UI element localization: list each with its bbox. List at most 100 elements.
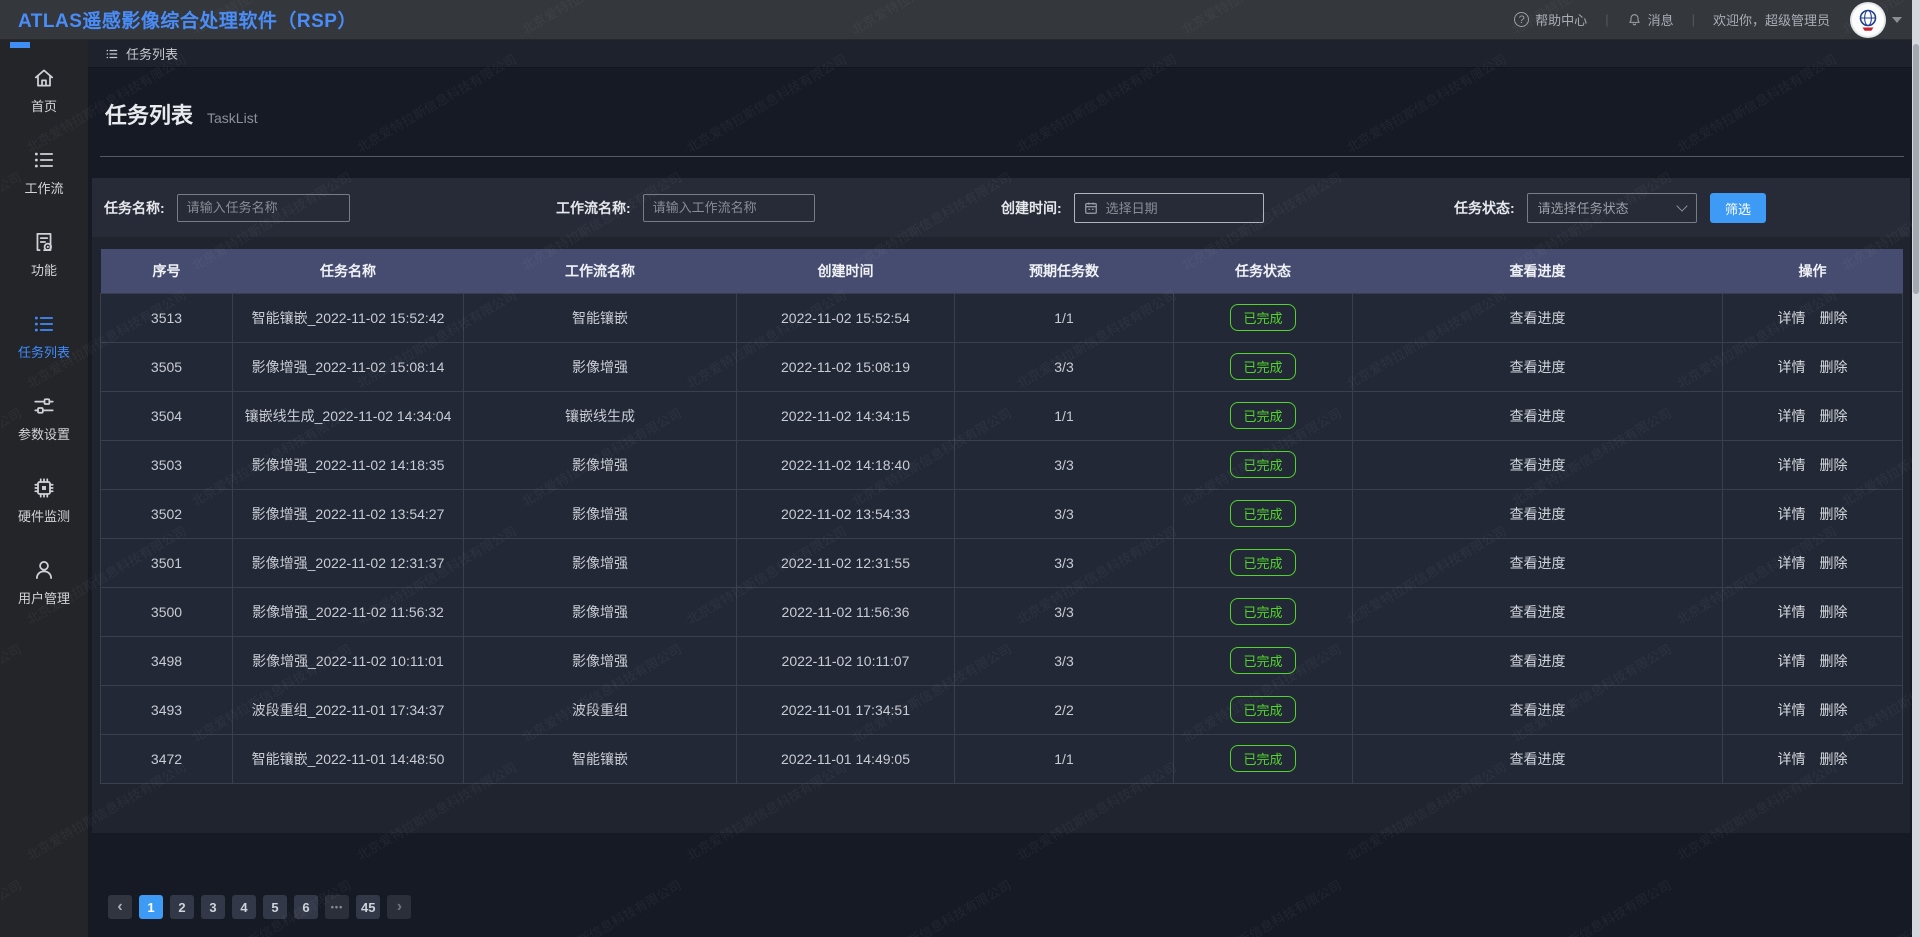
table-header-row: 序号任务名称工作流名称创建时间预期任务数任务状态查看进度操作 [101,249,1903,293]
view-progress-link[interactable]: 查看进度 [1510,408,1566,424]
view-progress-link[interactable]: 查看进度 [1510,457,1566,473]
pagination-ellipsis[interactable]: ••• [325,895,349,919]
delete-link[interactable]: 删除 [1820,506,1848,522]
sidebar-item-function[interactable]: 功能 [31,230,57,279]
detail-link[interactable]: 详情 [1778,751,1806,767]
cell-view-progress: 查看进度 [1353,685,1723,734]
delete-link[interactable]: 删除 [1820,702,1848,718]
column-header: 创建时间 [737,249,955,293]
delete-link[interactable]: 删除 [1820,359,1848,375]
detail-link[interactable]: 详情 [1778,359,1806,375]
help-center-button[interactable]: ? 帮助中心 [1514,10,1587,29]
view-progress-link[interactable]: 查看进度 [1510,751,1566,767]
column-header: 操作 [1723,249,1903,293]
cell-created-time: 2022-11-02 15:52:54 [737,293,955,342]
vertical-scrollbar[interactable] [1912,0,1920,937]
cell-task-name: 波段重组_2022-11-01 17:34:37 [233,685,464,734]
cell-task-id: 3493 [101,685,233,734]
detail-link[interactable]: 详情 [1778,408,1806,424]
sidebar-item-params[interactable]: 参数设置 [18,394,70,443]
page-title: 任务列表 [105,98,193,130]
scrollbar-thumb[interactable] [1913,44,1919,294]
view-progress-link[interactable]: 查看进度 [1510,653,1566,669]
cell-operations: 详情删除 [1723,636,1903,685]
status-badge: 已完成 [1230,647,1295,674]
delete-link[interactable]: 删除 [1820,653,1848,669]
pagination-page-4[interactable]: 4 [232,895,256,919]
delete-link[interactable]: 删除 [1820,408,1848,424]
status-placeholder: 请选择任务状态 [1538,198,1629,217]
pagination-page-5[interactable]: 5 [263,895,287,919]
delete-link[interactable]: 删除 [1820,751,1848,767]
sidebar-item-label: 任务列表 [18,342,70,361]
pagination-page-1[interactable]: 1 [139,895,163,919]
cell-view-progress: 查看进度 [1353,440,1723,489]
view-progress-link[interactable]: 查看进度 [1510,702,1566,718]
calendar-icon [1084,201,1098,215]
date-picker-input[interactable]: 选择日期 [1074,193,1264,223]
pagination-next[interactable]: › [387,895,411,919]
cell-operations: 详情删除 [1723,293,1903,342]
workflow-name-input[interactable] [643,194,815,222]
app-window: ATLAS遥感影像综合处理软件（RSP） ? 帮助中心 | 消息 | 欢迎你，超… [0,0,1920,937]
cell-task-status: 已完成 [1174,685,1353,734]
table-body: 3513智能镶嵌_2022-11-02 15:52:42智能镶嵌2022-11-… [101,293,1903,783]
breadcrumb-label: 任务列表 [126,44,178,63]
cell-task-name: 智能镶嵌_2022-11-02 15:52:42 [233,293,464,342]
status-badge: 已完成 [1230,353,1295,380]
view-progress-link[interactable]: 查看进度 [1510,604,1566,620]
user-menu[interactable] [1852,4,1902,36]
detail-link[interactable]: 详情 [1778,310,1806,326]
view-progress-link[interactable]: 查看进度 [1510,310,1566,326]
sidebar-item-label: 硬件监测 [18,506,70,525]
detail-link[interactable]: 详情 [1778,604,1806,620]
pagination-page-45[interactable]: 45 [356,895,380,919]
cell-workflow-name: 影像增强 [464,538,737,587]
detail-link[interactable]: 详情 [1778,653,1806,669]
messages-button[interactable]: 消息 [1627,10,1674,29]
cell-created-time: 2022-11-02 14:18:40 [737,440,955,489]
column-header: 查看进度 [1353,249,1723,293]
detail-link[interactable]: 详情 [1778,702,1806,718]
detail-link[interactable]: 详情 [1778,457,1806,473]
column-header: 序号 [101,249,233,293]
cell-task-name: 镶嵌线生成_2022-11-02 14:34:04 [233,391,464,440]
cell-created-time: 2022-11-01 17:34:51 [737,685,955,734]
view-progress-link[interactable]: 查看进度 [1510,555,1566,571]
delete-link[interactable]: 删除 [1820,310,1848,326]
cell-task-id: 3513 [101,293,233,342]
task-name-input[interactable] [177,194,350,222]
pagination-page-2[interactable]: 2 [170,895,194,919]
task-status-select[interactable]: 请选择任务状态 [1527,193,1697,223]
cell-task-status: 已完成 [1174,636,1353,685]
delete-link[interactable]: 删除 [1820,555,1848,571]
sidebar-item-users[interactable]: 用户管理 [18,558,70,607]
chip-icon [32,476,56,500]
sidebar-item-hardware[interactable]: 硬件监测 [18,476,70,525]
sidebar-item-home[interactable]: 首页 [31,66,57,115]
filter-button[interactable]: 筛选 [1710,193,1766,223]
detail-link[interactable]: 详情 [1778,555,1806,571]
filter-bar: 任务名称: 工作流名称: 创建时间: [92,178,1910,237]
detail-link[interactable]: 详情 [1778,506,1806,522]
sidebar-item-label: 首页 [31,96,57,115]
pagination-prev[interactable]: ‹ [108,895,132,919]
cell-view-progress: 查看进度 [1353,342,1723,391]
welcome-text: 欢迎你，超级管理员 [1713,10,1830,29]
pagination-page-6[interactable]: 6 [294,895,318,919]
delete-link[interactable]: 删除 [1820,457,1848,473]
cell-task-name: 影像增强_2022-11-02 15:08:14 [233,342,464,391]
view-progress-link[interactable]: 查看进度 [1510,506,1566,522]
pagination-page-3[interactable]: 3 [201,895,225,919]
delete-link[interactable]: 删除 [1820,604,1848,620]
cell-workflow-name: 镶嵌线生成 [464,391,737,440]
sidebar-item-workflow[interactable]: 工作流 [24,148,63,197]
table-row: 3502影像增强_2022-11-02 13:54:27影像增强2022-11-… [101,489,1903,538]
table-row: 3501影像增强_2022-11-02 12:31:37影像增强2022-11-… [101,538,1903,587]
cell-created-time: 2022-11-02 11:56:36 [737,587,955,636]
sidebar-item-tasklist[interactable]: 任务列表 [18,312,70,361]
view-progress-link[interactable]: 查看进度 [1510,359,1566,375]
cell-workflow-name: 波段重组 [464,685,737,734]
cell-task-status: 已完成 [1174,538,1353,587]
cell-task-id: 3498 [101,636,233,685]
